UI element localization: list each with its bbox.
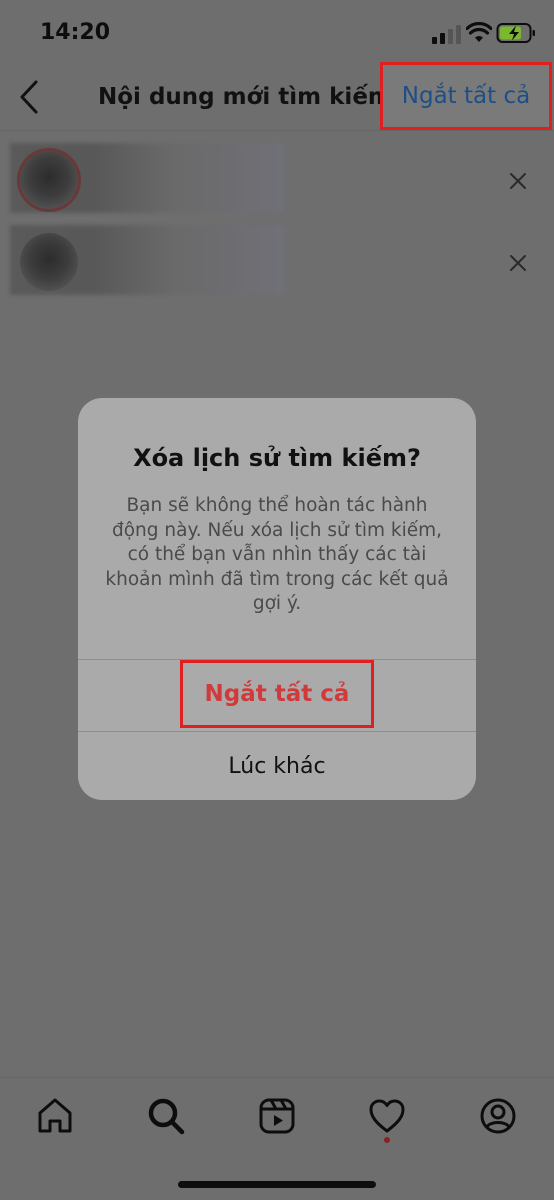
avatar [20, 233, 78, 291]
dialog-message-line: động này. Nếu xóa lịch sử tìm kiếm, [111, 519, 443, 541]
battery-charging-icon [496, 23, 535, 43]
not-now-button[interactable]: Lúc khác [78, 732, 476, 800]
confirm-dialog: Xóa lịch sử tìm kiếm? Bạn sẽ không thể h… [78, 398, 476, 800]
close-icon[interactable] [508, 171, 528, 191]
home-icon[interactable] [35, 1096, 75, 1136]
dialog-title: Xóa lịch sử tìm kiếm? [133, 444, 421, 472]
confirm-clear-all-button[interactable]: Ngắt tất cả [180, 660, 374, 728]
reels-icon[interactable] [257, 1096, 297, 1136]
home-indicator [178, 1181, 376, 1188]
status-bar: 14:20 [0, 0, 554, 66]
clear-all-button[interactable]: Ngắt tất cả [380, 62, 552, 130]
heart-icon[interactable] [367, 1096, 407, 1136]
list-item[interactable] [0, 225, 554, 295]
dialog-message-line: gợi ý. [252, 593, 302, 614]
header-divider [0, 130, 554, 131]
search-icon[interactable] [146, 1096, 186, 1136]
avatar [20, 151, 78, 209]
wifi-icon [466, 22, 492, 42]
dialog-message: Bạn sẽ không thể hoàn tác hành động này.… [100, 494, 454, 617]
notification-dot [384, 1137, 390, 1143]
header: Nội dung mới tìm kiếm Ngắt tất cả [0, 60, 554, 132]
status-time: 14:20 [40, 20, 111, 45]
page-title: Nội dung mới tìm kiếm [98, 84, 392, 110]
chevron-left-icon[interactable] [14, 78, 44, 116]
dialog-message-line: khoản mình đã tìm trong các kết quả [105, 568, 449, 590]
profile-icon[interactable] [478, 1096, 518, 1136]
cellular-signal-icon [432, 25, 461, 44]
close-icon[interactable] [508, 253, 528, 273]
dialog-message-line: Bạn sẽ không thể hoàn tác hành [126, 495, 428, 516]
list-item[interactable] [0, 143, 554, 213]
dialog-message-line: có thể bạn vẫn nhìn thấy các tài [127, 544, 427, 565]
